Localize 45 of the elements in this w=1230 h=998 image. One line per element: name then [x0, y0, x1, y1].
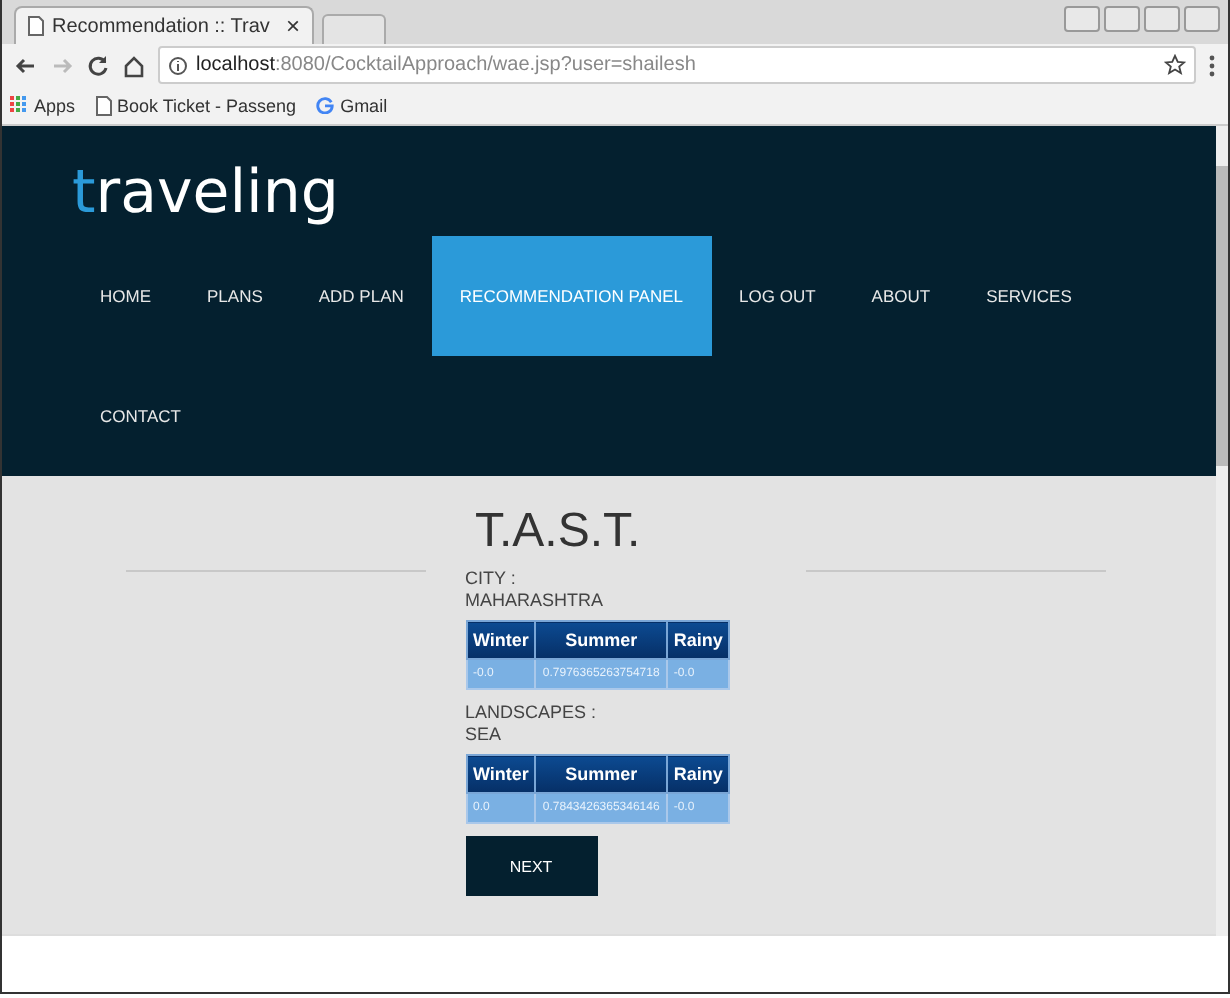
reload-icon[interactable] [86, 53, 110, 77]
star-icon[interactable] [1164, 54, 1186, 76]
forward-icon[interactable] [50, 53, 74, 77]
table-header: Rainy [666, 621, 730, 659]
page-heading: T.A.S.T. [475, 504, 641, 560]
bookmark-link[interactable]: Book Ticket - Passeng [117, 95, 297, 115]
table-header: Rainy [666, 755, 730, 793]
address-bar[interactable]: localhost:8080/CocktailApproach/wae.jsp?user=shailesh [158, 46, 1196, 84]
nav-link[interactable]: ABOUT [843, 236, 959, 356]
nav-link[interactable]: ADD PLAN [290, 236, 432, 356]
close-tab-button[interactable]: × [285, 12, 300, 40]
next-button[interactable]: NEXT [465, 836, 597, 896]
table-header: Winter [466, 621, 536, 659]
back-icon[interactable] [14, 53, 38, 77]
table-header: Summer [535, 621, 667, 659]
bookmark-link[interactable]: Apps [34, 95, 76, 115]
browser-tab[interactable]: Recommendation :: Trav × [14, 6, 314, 44]
close-window-button[interactable] [1184, 6, 1220, 32]
info-icon[interactable] [168, 55, 188, 75]
menu-icon[interactable] [1208, 53, 1216, 77]
page-icon [28, 16, 44, 36]
apps-grid-icon [10, 96, 28, 114]
nav-link[interactable]: SERVICES [958, 236, 1100, 356]
minimize-button[interactable] [1104, 6, 1140, 32]
url-text: localhost:8080/CocktailApproach/wae.jsp?user=shailesh [196, 54, 696, 76]
table-header: Winter [466, 755, 536, 793]
scrollbar[interactable] [1216, 126, 1228, 936]
tab-title: Recommendation :: Trav [52, 15, 272, 37]
nav-link[interactable]: CONTACT [72, 356, 209, 476]
home-icon[interactable] [122, 53, 146, 77]
nav-link[interactable]: HOME [72, 236, 179, 356]
page-icon [95, 95, 112, 115]
table-header: Summer [535, 755, 667, 793]
g-letter-icon [316, 96, 335, 114]
section-label: CITY : [465, 568, 516, 590]
section-value: MAHARASHTRA [465, 590, 604, 612]
nav-link[interactable]: PLANS [179, 236, 291, 356]
user-button[interactable] [1064, 6, 1100, 32]
site-logo[interactable]: traveling [72, 158, 339, 228]
section-value: SEA [465, 724, 502, 746]
bookmark-link[interactable]: Gmail [340, 95, 388, 115]
new-tab-button[interactable] [322, 14, 386, 44]
nav-link[interactable]: LOG OUT [711, 236, 844, 356]
section-label: LANDSCAPES : [465, 702, 597, 724]
restore-button[interactable] [1144, 6, 1180, 32]
